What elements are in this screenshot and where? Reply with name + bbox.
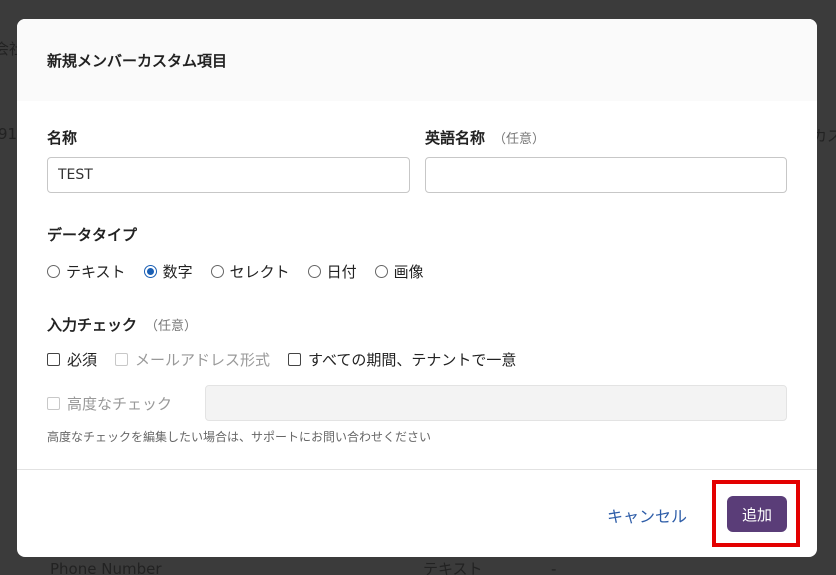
radio-label: セレクト [229, 263, 290, 281]
highlight-box [712, 480, 800, 547]
check-unique[interactable]: すべての期間、テナントで一意 [288, 349, 516, 370]
dialog-header: 新規メンバーカスタム項目 [17, 19, 817, 101]
radio-label: テキスト [66, 263, 126, 281]
radio-button[interactable] [374, 265, 388, 278]
data-type-label: データタイプ [47, 226, 138, 244]
check-email-format: メールアドレス形式 [115, 349, 270, 370]
dialog-title: 新規メンバーカスタム項目 [47, 52, 228, 70]
background-row-type: テキスト [423, 560, 483, 575]
radio-number[interactable]: 数字 [143, 261, 193, 282]
advanced-check-checkbox [47, 397, 60, 410]
input-check-label: 入力チェック （任意） [47, 314, 197, 335]
advanced-check: 高度なチェック [47, 393, 172, 414]
checkbox-label: 必須 [67, 351, 98, 369]
checkbox[interactable] [288, 353, 302, 366]
input-check-group: 必須 メールアドレス形式 すべての期間、テナントで一意 [47, 349, 534, 370]
advanced-check-input [205, 385, 787, 421]
checkbox-disabled [115, 353, 129, 366]
radio-select[interactable]: セレクト [210, 261, 290, 282]
background-fragment: 91 [0, 125, 18, 143]
radio-date[interactable]: 日付 [307, 261, 357, 282]
english-name-label: 英語名称 （任意） [425, 127, 545, 148]
english-name-label-text: 英語名称 [425, 129, 486, 147]
advanced-check-label: 高度なチェック [67, 395, 173, 413]
radio-button[interactable] [210, 265, 224, 278]
footer-divider [17, 469, 817, 470]
background-row-label: Phone Number [50, 560, 162, 575]
check-required[interactable]: 必須 [47, 349, 97, 370]
radio-label: 数字 [162, 263, 193, 281]
radio-image[interactable]: 画像 [374, 261, 424, 282]
checkbox[interactable] [47, 353, 60, 366]
cancel-button[interactable]: キャンセル [607, 503, 687, 527]
radio-button[interactable] [47, 265, 60, 278]
name-label: 名称 [47, 129, 78, 147]
data-type-radio-group: テキスト 数字 セレクト 日付 画像 [47, 261, 442, 282]
input-check-label-text: 入力チェック [47, 316, 138, 334]
radio-button[interactable] [307, 265, 321, 278]
advanced-check-hint: 高度なチェックを編集したい場合は、サポートにお問い合わせください [47, 430, 432, 444]
english-name-input[interactable] [425, 157, 787, 193]
radio-label: 画像 [393, 263, 424, 281]
background-row-value: - [551, 560, 557, 575]
radio-text[interactable]: テキスト [47, 261, 126, 282]
optional-tag: （任意） [145, 319, 198, 334]
checkbox-label: メールアドレス形式 [135, 351, 271, 369]
checkbox-label: すべての期間、テナントで一意 [308, 351, 517, 369]
radio-button-selected[interactable] [143, 265, 157, 278]
radio-label: 日付 [326, 263, 357, 281]
name-input[interactable] [47, 157, 410, 193]
optional-tag: （任意） [493, 132, 546, 147]
new-member-custom-field-dialog: 新規メンバーカスタム項目 名称 英語名称 （任意） データタイプ テキスト 数字 … [17, 19, 817, 557]
